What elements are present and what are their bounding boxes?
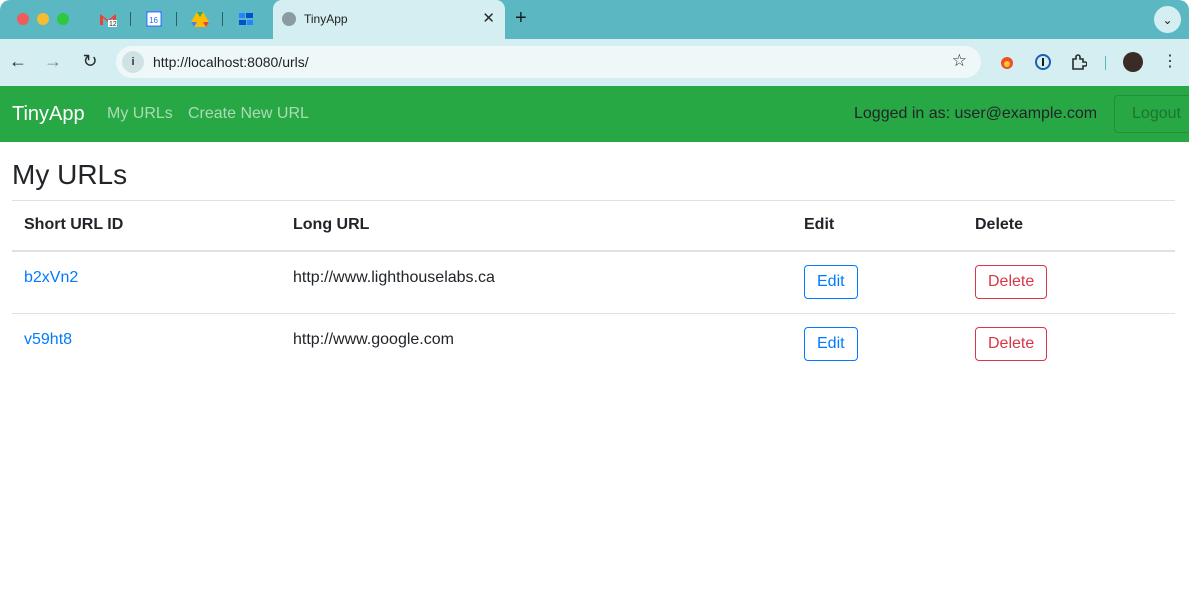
- address-url[interactable]: http://localhost:8080/urls/: [153, 54, 309, 70]
- header-edit: Edit: [792, 200, 963, 252]
- browser-toolbar: ← → ↻ i http://localhost:8080/urls/ ☆ ⋮: [0, 39, 1189, 86]
- back-button[interactable]: ←: [7, 51, 29, 72]
- tab-jira[interactable]: [237, 10, 255, 28]
- page-title: My URLs: [12, 159, 128, 190]
- urls-table: Short URL ID Long URL Edit Delete b2xVn2…: [12, 200, 1175, 377]
- profile-avatar[interactable]: [1123, 52, 1143, 72]
- tab-drive[interactable]: [191, 10, 209, 28]
- browser-window: 12 16 TinyApp ✕ + ⌄ ← → ↻ i http://local…: [0, 0, 1189, 607]
- header-delete: Delete: [963, 200, 1175, 252]
- close-window-button[interactable]: [17, 13, 29, 25]
- nav-create-new-url[interactable]: Create New URL: [188, 105, 309, 123]
- menu-dots-icon[interactable]: ⋮: [1162, 51, 1178, 71]
- site-info-icon[interactable]: i: [122, 51, 144, 73]
- forward-button[interactable]: →: [42, 51, 64, 72]
- tab-strip: 12 16 TinyApp ✕ + ⌄: [0, 0, 1189, 39]
- short-url-link[interactable]: v59ht8: [24, 331, 72, 348]
- extension-flame-icon[interactable]: [998, 53, 1016, 71]
- delete-button[interactable]: Delete: [975, 327, 1048, 361]
- close-tab-icon[interactable]: ✕: [482, 9, 495, 27]
- extensions-puzzle-icon[interactable]: [1070, 53, 1088, 71]
- long-url-cell: http://www.google.com: [281, 313, 792, 377]
- tab-gmail[interactable]: 12: [99, 10, 117, 28]
- header-short-url-id: Short URL ID: [12, 200, 281, 252]
- tab-title: TinyApp: [304, 12, 348, 26]
- tab-separator: [130, 12, 131, 26]
- new-tab-button[interactable]: +: [515, 7, 527, 30]
- gmail-badge: 12: [109, 21, 117, 27]
- calendar-icon: 16: [146, 11, 162, 27]
- tab-separator: [176, 12, 177, 26]
- drive-icon: [191, 12, 209, 27]
- tab-calendar[interactable]: 16: [145, 10, 163, 28]
- header-long-url: Long URL: [281, 200, 792, 252]
- brand-link[interactable]: TinyApp: [12, 103, 85, 126]
- tab-tinyapp[interactable]: TinyApp ✕: [273, 0, 505, 39]
- app-navbar: TinyApp My URLs Create New URL Logged in…: [0, 86, 1189, 142]
- edit-button[interactable]: Edit: [804, 327, 858, 361]
- minimize-window-button[interactable]: [37, 13, 49, 25]
- table-row: v59ht8 http://www.google.com Edit Delete: [12, 313, 1175, 377]
- address-bar[interactable]: i http://localhost:8080/urls/ ☆: [116, 46, 981, 78]
- table-row: b2xVn2 http://www.lighthouselabs.ca Edit…: [12, 251, 1175, 314]
- delete-button[interactable]: Delete: [975, 264, 1048, 299]
- tab-search-button[interactable]: ⌄: [1154, 6, 1181, 33]
- edit-button[interactable]: Edit: [804, 264, 858, 299]
- toolbar-separator: [1105, 56, 1106, 70]
- reload-button[interactable]: ↻: [79, 51, 101, 72]
- nav-my-urls[interactable]: My URLs: [107, 105, 173, 123]
- chevron-down-icon: ⌄: [1162, 12, 1173, 27]
- extension-password-icon[interactable]: [1034, 53, 1052, 71]
- bookmark-star-icon[interactable]: ☆: [952, 51, 967, 71]
- long-url-cell: http://www.lighthouselabs.ca: [293, 268, 495, 286]
- logged-in-text: Logged in as: user@example.com: [854, 105, 1098, 122]
- jira-icon: [239, 13, 253, 25]
- logout-button[interactable]: Logout: [1114, 95, 1189, 133]
- globe-icon: [282, 12, 296, 26]
- table-header-row: Short URL ID Long URL Edit Delete: [12, 200, 1175, 252]
- gmail-icon: 12: [100, 14, 117, 27]
- calendar-badge: 16: [149, 16, 158, 25]
- short-url-link[interactable]: b2xVn2: [24, 269, 78, 286]
- tab-separator: [222, 12, 223, 26]
- zoom-window-button[interactable]: [57, 13, 69, 25]
